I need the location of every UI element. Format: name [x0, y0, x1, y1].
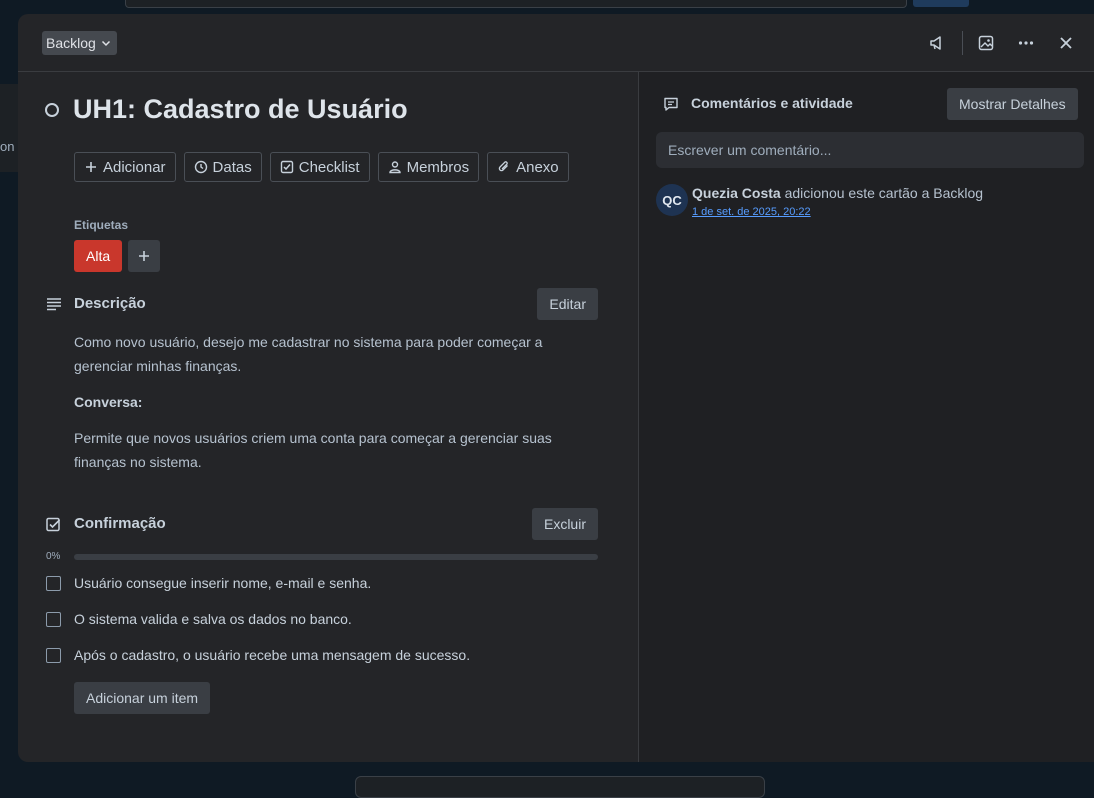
show-details-button[interactable]: Mostrar Detalhes: [947, 88, 1078, 120]
chevron-down-icon: [101, 40, 110, 47]
megaphone-icon[interactable]: [924, 30, 950, 56]
activity-pane: Comentários e atividade Mostrar Detalhes…: [638, 72, 1094, 762]
comment-input[interactable]: [656, 132, 1084, 168]
add-checklist-item-button[interactable]: Adicionar um item: [74, 682, 211, 714]
description-paragraph: Como novo usuário, desejo me cadastrar n…: [74, 334, 543, 374]
checklist-item-text[interactable]: O sistema valida e salva os dados no ban…: [74, 611, 352, 627]
more-options-icon[interactable]: [1013, 30, 1039, 56]
plus-icon: [139, 251, 150, 261]
activity-heading: Comentários e atividade: [691, 95, 853, 111]
board-top-button: [913, 0, 969, 7]
checklist-heading[interactable]: Confirmação: [74, 515, 166, 532]
checklist-item-text[interactable]: Após o cadastro, o usuário recebe uma me…: [74, 647, 470, 663]
complete-toggle-icon[interactable]: [45, 102, 59, 117]
header-divider: [962, 31, 963, 55]
checklist-icon: [46, 517, 61, 532]
list-name: Backlog: [46, 35, 96, 51]
modal-header: Backlog: [18, 14, 1094, 72]
attachment-button[interactable]: Anexo: [487, 152, 569, 182]
activity-user[interactable]: Quezia Costa: [692, 185, 781, 201]
members-button-label: Membros: [406, 158, 470, 176]
checklist-item-text[interactable]: Usuário consegue inserir nome, e-mail e …: [74, 575, 371, 591]
checklist-progress-label: 0%: [46, 551, 61, 562]
description-body[interactable]: Como novo usuário, desejo me cadastrar n…: [74, 330, 564, 486]
labels-heading: Etiquetas: [74, 218, 129, 232]
checklist-item: O sistema valida e salva os dados no ban…: [46, 611, 352, 627]
add-button[interactable]: Adicionar: [74, 152, 176, 182]
list-selector-button[interactable]: Backlog: [42, 31, 117, 55]
checklist-progress-bar: [74, 554, 598, 560]
conversation-paragraph: Permite que novos usuários criem uma con…: [74, 430, 552, 470]
image-icon[interactable]: [973, 30, 999, 56]
board-list-fragment: on: [0, 139, 15, 154]
checklist-item-checkbox[interactable]: [46, 575, 61, 591]
checklist-item-checkbox[interactable]: [46, 611, 61, 627]
checkbox-icon: [280, 160, 293, 174]
avatar[interactable]: QC: [656, 184, 688, 216]
board-search-bar: [125, 0, 907, 8]
attachment-button-label: Anexo: [516, 158, 559, 176]
edit-description-button[interactable]: Editar: [537, 288, 598, 320]
checklist-button-label: Checklist: [298, 158, 360, 176]
checklist-item: Após o cadastro, o usuário recebe uma me…: [46, 647, 470, 663]
description-icon: [47, 298, 61, 311]
conversation-heading: Conversa:: [74, 394, 143, 410]
add-button-label: Adicionar: [103, 158, 166, 176]
members-button[interactable]: Membros: [377, 152, 480, 182]
plus-icon: [86, 162, 96, 172]
card-actions: Adicionar Datas Checklist Membros Anexo: [74, 152, 569, 182]
activity-text: adicionou este cartão a Backlog: [784, 185, 984, 201]
add-label-button[interactable]: [128, 240, 161, 272]
paperclip-icon: [498, 161, 509, 172]
checklist-button[interactable]: Checklist: [269, 152, 370, 182]
card-title-row: UH1: Cadastro de Usuário: [44, 94, 408, 125]
checklist-item-checkbox[interactable]: [46, 647, 61, 663]
card-details-pane: UH1: Cadastro de Usuário Adicionar Datas…: [18, 72, 638, 762]
dates-button-label: Datas: [212, 158, 252, 176]
card-modal: Backlog UH1: Cadastro de Usuário Adicion…: [18, 14, 1094, 762]
description-heading: Descrição: [74, 295, 146, 312]
activity-entry: Quezia Costa adicionou este cartão a Bac…: [692, 185, 983, 201]
delete-checklist-button[interactable]: Excluir: [531, 508, 598, 540]
board-bottom-panel: [355, 776, 765, 798]
close-icon[interactable]: [1053, 30, 1079, 56]
activity-timestamp[interactable]: 1 de set. de 2025, 20:22: [692, 206, 811, 218]
board-list-column: on: [0, 84, 18, 172]
dates-button[interactable]: Datas: [183, 152, 262, 182]
label-tag[interactable]: Alta: [74, 240, 123, 272]
user-icon: [388, 161, 401, 174]
labels-row: Alta: [74, 240, 161, 272]
comment-icon: [664, 97, 678, 111]
clock-icon: [194, 160, 207, 174]
checklist-item: Usuário consegue inserir nome, e-mail e …: [46, 575, 371, 591]
card-title[interactable]: UH1: Cadastro de Usuário: [73, 94, 408, 125]
